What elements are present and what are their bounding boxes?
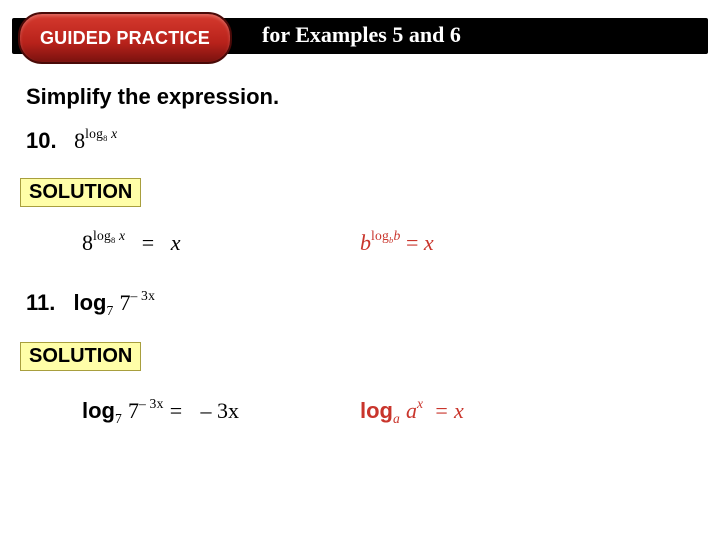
- q10-solution-equation: 8log8 x = x: [82, 230, 180, 256]
- q11-log: log: [74, 290, 107, 315]
- q11-result: – 3x: [200, 398, 239, 423]
- header-title: for Examples 5 and 6: [262, 22, 461, 48]
- guided-practice-badge: GUIDED PRACTICE: [18, 12, 232, 64]
- q10-exponent: log8 x: [85, 126, 117, 141]
- q11-solution-equation: log7 7– 3x = – 3x: [82, 398, 239, 424]
- q10-identity-rule: blogbb = x: [360, 230, 434, 256]
- instruction-text: Simplify the expression.: [26, 84, 279, 110]
- solution-label-1: SOLUTION: [20, 178, 141, 207]
- q10-result: x: [171, 230, 181, 255]
- q10-base: 8: [74, 128, 85, 153]
- q11-exponent: – 3x: [130, 288, 155, 303]
- q11-identity-rule: loga ax = x: [360, 398, 464, 424]
- question-number: 11.: [26, 290, 55, 315]
- question-number: 10.: [26, 128, 57, 153]
- badge-label: GUIDED PRACTICE: [40, 28, 210, 49]
- solution-label-2: SOLUTION: [20, 342, 141, 371]
- question-11: 11. log7 7– 3x: [26, 290, 155, 316]
- question-10: 10. 8log8 x: [26, 128, 117, 154]
